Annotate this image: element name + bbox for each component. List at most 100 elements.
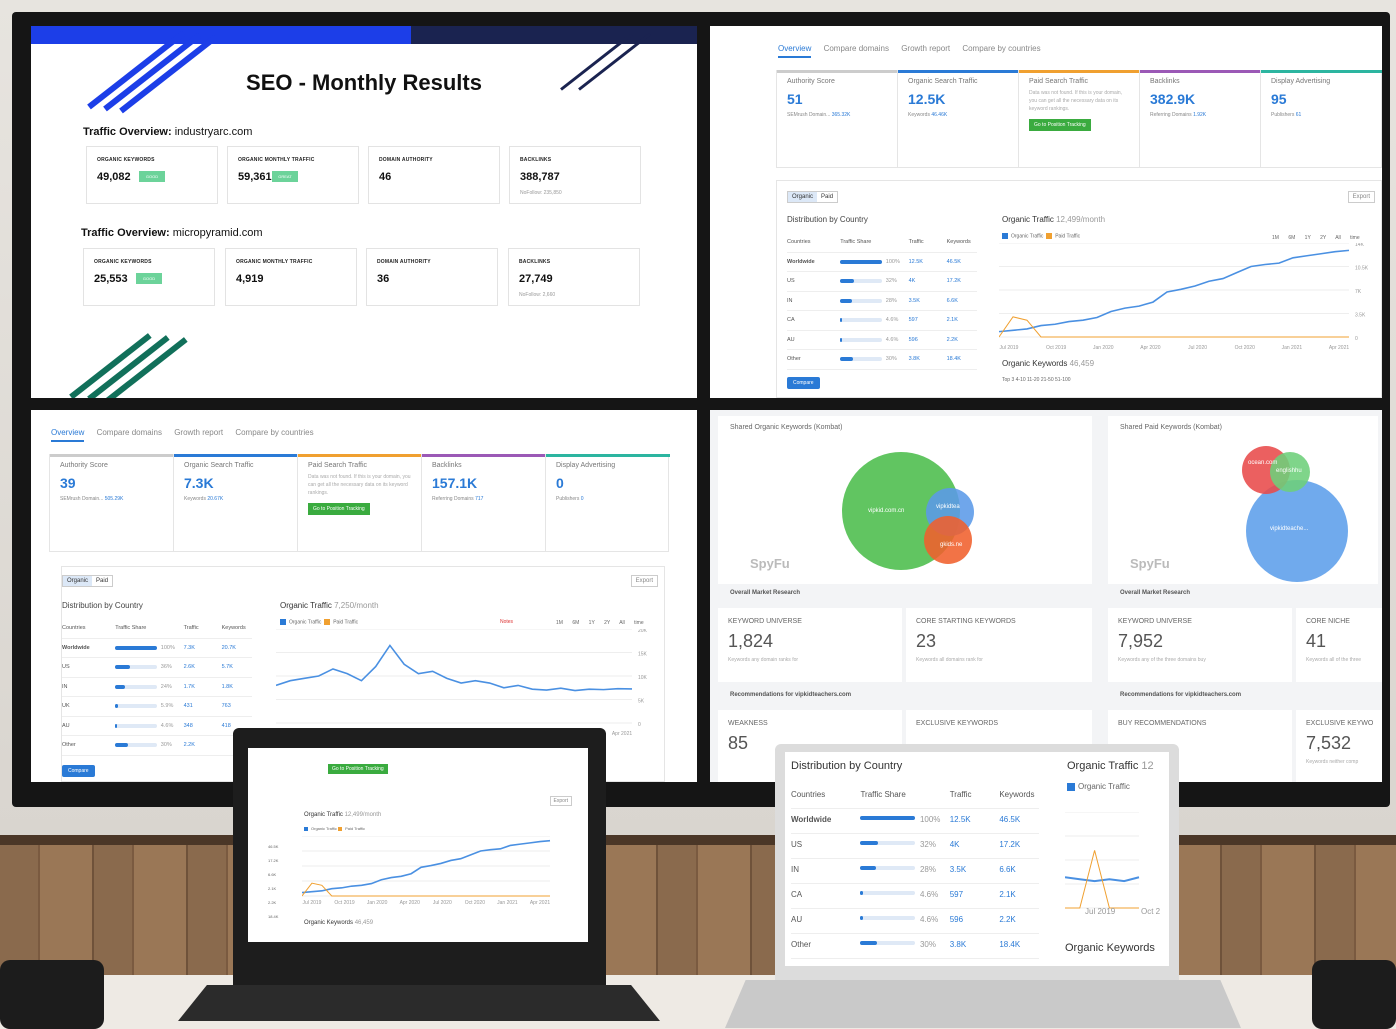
overview-tabs: Overview Compare domains Growth report C… (51, 428, 324, 442)
organic-venn-card: Shared Organic Keywords (Kombat) vipkid.… (718, 416, 1092, 584)
x-tick-label: Jan 2020 (1093, 345, 1114, 351)
export-button[interactable]: Export (549, 796, 572, 806)
table-header: Countries Traffic Share Traffic Keywords (787, 233, 977, 253)
authority-score-card[interactable]: Authority Score 51 SEMrush Domain... 365.… (777, 70, 898, 167)
share-cell: 28% (919, 865, 936, 874)
y-tick-label: 10K (638, 675, 648, 681)
tab-compare-countries[interactable]: Compare by countries (235, 428, 313, 437)
x-tick-label: Jul 2019 (303, 900, 322, 906)
organic-traffic-chart: Jul 2019 Oct 2019 Jan 2020 Apr 2020 Jul 2020… (302, 836, 550, 906)
keyword-value: 46.5K (268, 844, 279, 849)
chart-legend: Organic Traffic Paid Traffic (280, 619, 358, 625)
tab-compare-domains[interactable]: Compare domains (824, 44, 889, 53)
position-tracking-button[interactable]: Go to Position Tracking (328, 764, 388, 774)
table-row[interactable]: AU 4.6% 596 2.2K (791, 909, 1039, 934)
table-row[interactable]: Worldwide 100% 7.3K 20.7K (62, 639, 252, 658)
keywords-legend: Top 3 4-10 11-20 21-50 51-100 (1002, 377, 1071, 383)
organic-traffic-title: Organic Traffic 12,499/month (304, 812, 382, 818)
organic-paid-toggle[interactable]: Organic Paid (787, 191, 839, 203)
organic-keywords-title: Organic Keywords 46,459 (304, 920, 374, 926)
venn-title: Shared Paid Keywords (Kombat) (1120, 424, 1222, 431)
traffic-share-fill (860, 841, 878, 845)
x-tick-label: Jul 2019 (1085, 907, 1116, 916)
tab-compare-countries[interactable]: Compare by countries (962, 44, 1040, 53)
position-tracking-button[interactable]: Go to Position Tracking (1029, 119, 1091, 131)
traffic-cell: 2.6K (183, 664, 195, 670)
compare-button[interactable]: Compare (62, 765, 95, 777)
traffic-share-fill (840, 357, 853, 361)
table-row[interactable]: US 32% 4K 17.2K (787, 272, 977, 292)
organic-search-traffic-card[interactable]: Organic Search Traffic 7.3K Keywords 20.6… (174, 454, 298, 551)
share-cell: 4.6% (919, 915, 939, 924)
traffic-share-bar (840, 298, 882, 303)
venn-circle-orange[interactable] (924, 516, 972, 564)
table-row[interactable]: Other 30% 3.8K 18.4K (791, 934, 1039, 959)
table-row[interactable]: Worldwide 100% 12.5K 46.5K (791, 809, 1039, 834)
table-row[interactable]: US 32% 4K 17.2K (791, 834, 1039, 859)
table-row[interactable]: IN 28% 3.5K 6.6K (791, 859, 1039, 884)
traffic-cell: 7.3K (183, 644, 195, 651)
export-button[interactable]: Export (1347, 191, 1375, 203)
market-research-heading: Overall Market Research (1120, 590, 1191, 596)
share-cell: 5.9% (160, 703, 174, 709)
distribution-table: Countries Traffic Share Traffic Keywords Wor… (62, 619, 252, 756)
table-row[interactable]: Other 30% 2.2K (62, 736, 252, 756)
organic-paid-toggle[interactable]: Organic Paid (62, 575, 114, 587)
tab-compare-domains[interactable]: Compare domains (97, 428, 162, 437)
scene: SEO - Monthly Results Traffic Overview: … (0, 0, 1396, 1029)
y-tick-label: 7K (1355, 289, 1362, 295)
traffic-share-bar (115, 743, 157, 747)
backlinks-card[interactable]: Backlinks 157.1K Referring Domains 717 (422, 454, 546, 551)
display-advertising-card[interactable]: Display Advertising 0 Publishers 0 (546, 454, 670, 551)
display-advertising-card[interactable]: Display Advertising 95 Publishers 61 (1261, 70, 1382, 167)
table-row[interactable]: UK 5.9% 431 763 (62, 697, 252, 717)
table-row[interactable]: Other 30% 3.8K 18.4K (787, 350, 977, 370)
position-tracking-button[interactable]: Go to Position Tracking (308, 503, 370, 515)
country-cell: Other (787, 356, 801, 362)
export-button[interactable]: Export (630, 575, 658, 587)
site-1-heading: Traffic Overview: industryarc.com (83, 126, 253, 138)
venn-label: gkids.ne (940, 542, 963, 548)
y-tick-label: 0 (638, 722, 641, 728)
traffic-share-bar (115, 665, 157, 669)
y-tick-label: 20K (638, 629, 648, 634)
share-cell: 36% (160, 664, 172, 670)
table-row[interactable]: CA 4.6% 597 2.1K (791, 884, 1039, 909)
keywords-cell: 17.2K (999, 840, 1021, 849)
compare-button[interactable]: Compare (787, 377, 820, 389)
tab-overview[interactable]: Overview (778, 44, 812, 58)
table-row[interactable]: US 36% 2.6K 5.7K (62, 658, 252, 678)
country-cell: US (62, 664, 70, 670)
traffic-cell: 2.2K (183, 742, 195, 748)
laptop-left-screen: Go to Position Tracking Export Organic T… (248, 748, 588, 942)
backlinks-card[interactable]: Backlinks 382.9K Referring Domains 1.92K (1140, 70, 1261, 167)
table-row[interactable]: IN 24% 1.7K 1.8K (62, 678, 252, 697)
tab-growth-report[interactable]: Growth report (174, 428, 223, 437)
traffic-cell: 4K (949, 840, 960, 849)
y-tick-label: 15K (638, 652, 648, 658)
table-row[interactable]: AU 4.6% 348 418 (62, 717, 252, 736)
tab-overview[interactable]: Overview (51, 428, 85, 442)
authority-score-card[interactable]: Authority Score 39 SEMrush Domain... 505.… (50, 454, 174, 551)
table-row[interactable]: IN 28% 3.5K 6.6K (787, 292, 977, 311)
table-row[interactable]: AU 4.6% 596 2.2K (787, 331, 977, 350)
traffic-share-bar (860, 916, 915, 920)
time-range-selector[interactable]: 1M 6M 1Y 2Y All time (556, 620, 644, 626)
country-cell: IN (791, 865, 799, 874)
traffic-share-fill (840, 337, 843, 342)
table-row[interactable]: CA 4.6% 597 2.1K (787, 311, 977, 331)
keywords-cell: 2.2K (999, 915, 1016, 924)
table-row[interactable]: Worldwide 100% 12.5K 46.5K (787, 253, 977, 272)
time-range-selector[interactable]: 1M 6M 1Y 2Y All time (1272, 235, 1360, 241)
notes-dropdown[interactable]: Notes (500, 619, 513, 625)
x-tick-label: Jul 2019 (1000, 345, 1019, 351)
traffic-share-fill (860, 916, 863, 920)
organic-traffic-chart: 20K15K10K5K0Jul 2019Oct 2019Jan 2020Apr … (276, 629, 648, 737)
keywords-cell: 5.7K (221, 664, 233, 670)
country-cell: Other (791, 940, 812, 949)
country-cell: US (787, 278, 795, 284)
x-tick-label: Oct 2019 (1046, 345, 1067, 351)
organic-keywords-title: Organic Keywords (1065, 942, 1155, 954)
tab-growth-report[interactable]: Growth report (901, 44, 950, 53)
organic-search-traffic-card[interactable]: Organic Search Traffic 12.5K Keywords 46.… (898, 70, 1019, 167)
